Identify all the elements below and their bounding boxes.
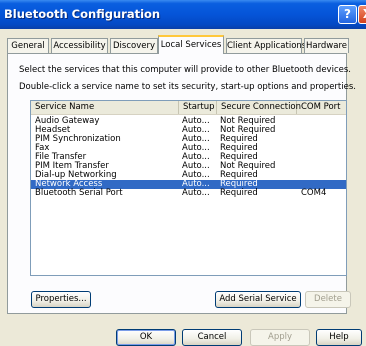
column-header-service-name[interactable]: Service Name bbox=[31, 101, 179, 114]
ok-button[interactable]: OK bbox=[116, 329, 176, 346]
window-title: Bluetooth Configuration bbox=[4, 7, 161, 21]
service-secure-connection: Required bbox=[220, 188, 258, 198]
help-title-button[interactable]: ? bbox=[338, 5, 357, 24]
description-line-1: Select the services that this computer w… bbox=[19, 65, 351, 75]
properties-button[interactable]: Properties... bbox=[31, 291, 91, 308]
service-com-port: COM4 bbox=[301, 188, 327, 198]
services-list[interactable]: Service Name Startup Secure Connection C… bbox=[30, 100, 347, 276]
services-list-header: Service Name Startup Secure Connection C… bbox=[31, 101, 346, 115]
tab-local-services[interactable]: Local Services bbox=[158, 35, 224, 54]
tab-accessibility[interactable]: Accessibility bbox=[51, 38, 108, 53]
column-header-startup[interactable]: Startup bbox=[179, 101, 217, 114]
tab-general[interactable]: General bbox=[7, 38, 49, 53]
title-bar[interactable]: Bluetooth Configuration ? X bbox=[0, 0, 366, 30]
delete-button[interactable]: Delete bbox=[305, 291, 351, 308]
apply-button[interactable]: Apply bbox=[250, 329, 310, 346]
description-line-2: Double-click a service name to set its s… bbox=[19, 82, 356, 92]
tab-hardware[interactable]: Hardware bbox=[304, 38, 349, 53]
add-serial-service-button[interactable]: Add Serial Service bbox=[215, 291, 301, 308]
help-button[interactable]: Help bbox=[316, 329, 362, 346]
cancel-button[interactable]: Cancel bbox=[182, 329, 242, 346]
list-item[interactable]: Bluetooth Serial Port Auto... Required C… bbox=[31, 189, 346, 198]
close-title-button[interactable]: X bbox=[358, 5, 366, 24]
tab-discovery[interactable]: Discovery bbox=[110, 38, 158, 53]
service-name: Bluetooth Serial Port bbox=[35, 188, 123, 198]
tab-client-applications[interactable]: Client Applications bbox=[226, 38, 306, 53]
service-startup: Auto... bbox=[182, 188, 210, 198]
column-header-com-port[interactable]: COM Port bbox=[297, 101, 346, 114]
column-header-secure-connection[interactable]: Secure Connection bbox=[217, 101, 301, 114]
